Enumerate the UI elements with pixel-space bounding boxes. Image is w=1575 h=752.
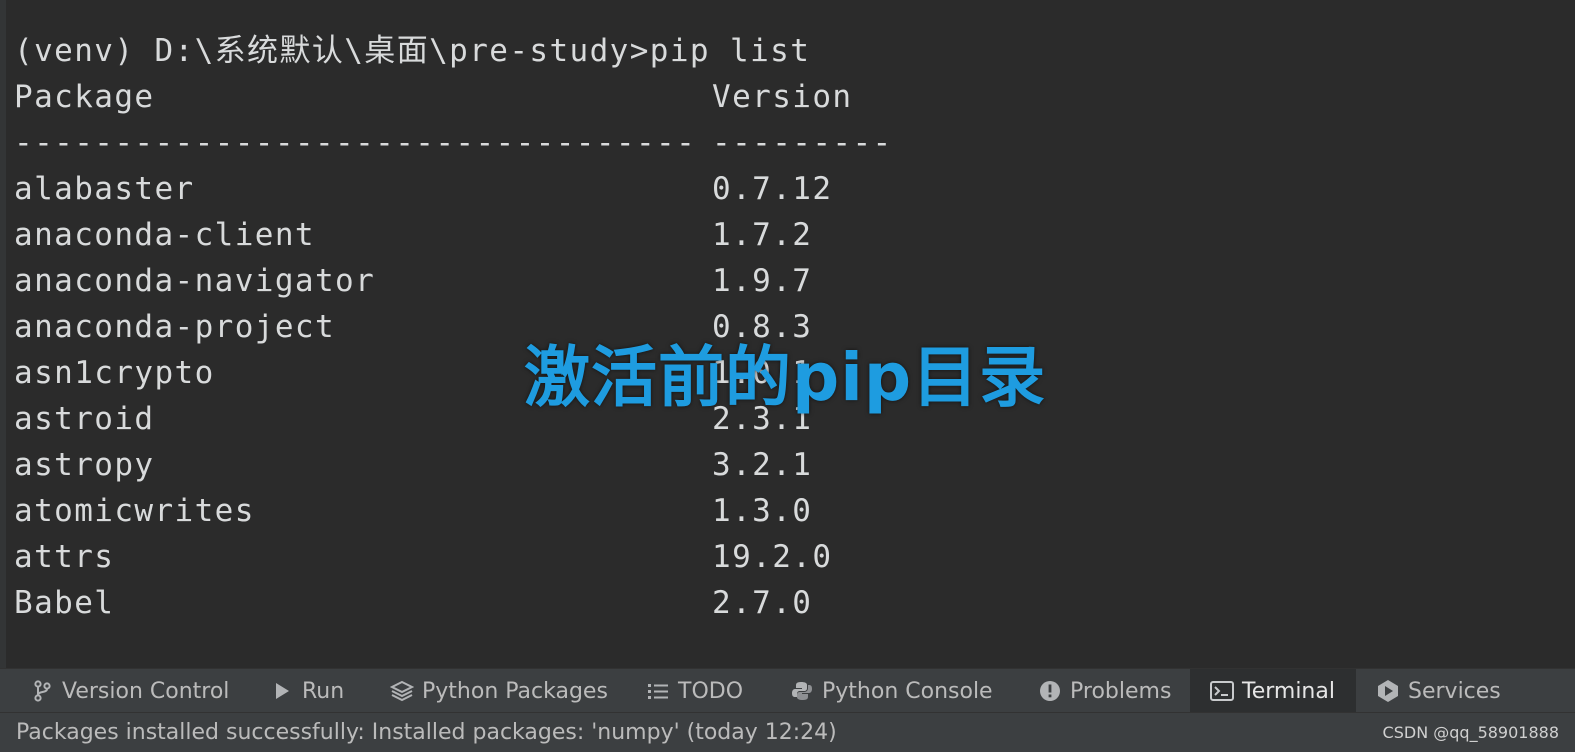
terminal-gutter (0, 0, 6, 668)
header-version: Version (712, 79, 853, 115)
package-name: alabaster (14, 171, 195, 207)
terminal-panel[interactable]: (venv) D:\系统默认\桌面\pre-study>pip list Pac… (0, 0, 1575, 668)
package-version: 1.3.0 (712, 493, 813, 529)
package-version: 2.7.0 (712, 585, 813, 621)
terminal-icon (1210, 679, 1234, 703)
tab-services[interactable]: Services (1376, 669, 1501, 713)
status-bar: Packages installed successfully: Install… (0, 712, 1575, 752)
tab-label: TODO (678, 678, 744, 704)
package-version: 1.7.2 (712, 217, 813, 253)
services-icon (1376, 679, 1400, 703)
watermark: CSDN @qq_58901888 (1382, 723, 1559, 742)
package-name: attrs (14, 539, 115, 575)
package-version: 0.7.12 (712, 171, 833, 207)
branch-icon (30, 679, 54, 703)
package-name: anaconda-navigator (14, 263, 376, 299)
status-message[interactable]: Packages installed successfully: Install… (16, 713, 837, 752)
package-name: anaconda-client (14, 217, 315, 253)
package-name: astropy (14, 447, 155, 483)
tab-label: Run (302, 678, 345, 704)
package-version: 19.2.0 (712, 539, 833, 575)
python-icon (790, 679, 814, 703)
layers-icon (390, 679, 414, 703)
package-version: 1.9.7 (712, 263, 813, 299)
play-icon (270, 679, 294, 703)
package-name: asn1crypto (14, 355, 215, 391)
package-version: 3.2.1 (712, 447, 813, 483)
separator-package: ---------------------------------- (14, 125, 697, 161)
tab-problems[interactable]: Problems (1038, 669, 1171, 713)
package-name: astroid (14, 401, 155, 437)
command-line: (venv) D:\系统默认\桌面\pre-study>pip list (14, 33, 811, 69)
list-icon (646, 679, 670, 703)
tool-window-bar: Version Control Run Python Packages TODO… (0, 668, 1575, 713)
package-name: anaconda-project (14, 309, 336, 345)
video-caption-overlay: 激活前的pip目录 (524, 339, 1047, 416)
tab-python-console[interactable]: Python Console (790, 669, 993, 713)
tab-label: Terminal (1242, 678, 1335, 704)
tab-python-packages[interactable]: Python Packages (390, 669, 608, 713)
tab-label: Version Control (62, 678, 230, 704)
tab-label: Services (1408, 678, 1501, 704)
separator-version: --------- (712, 125, 893, 161)
package-name: atomicwrites (14, 493, 255, 529)
warning-icon (1038, 679, 1062, 703)
header-package: Package (14, 79, 155, 115)
tab-run[interactable]: Run (270, 669, 344, 713)
package-name: Babel (14, 585, 115, 621)
tab-label: Python Packages (422, 678, 608, 704)
tab-version-control[interactable]: Version Control (30, 669, 229, 713)
tab-todo[interactable]: TODO (646, 669, 743, 713)
tab-terminal[interactable]: Terminal (1190, 669, 1356, 713)
tab-label: Problems (1070, 678, 1172, 704)
tab-label: Python Console (822, 678, 993, 704)
